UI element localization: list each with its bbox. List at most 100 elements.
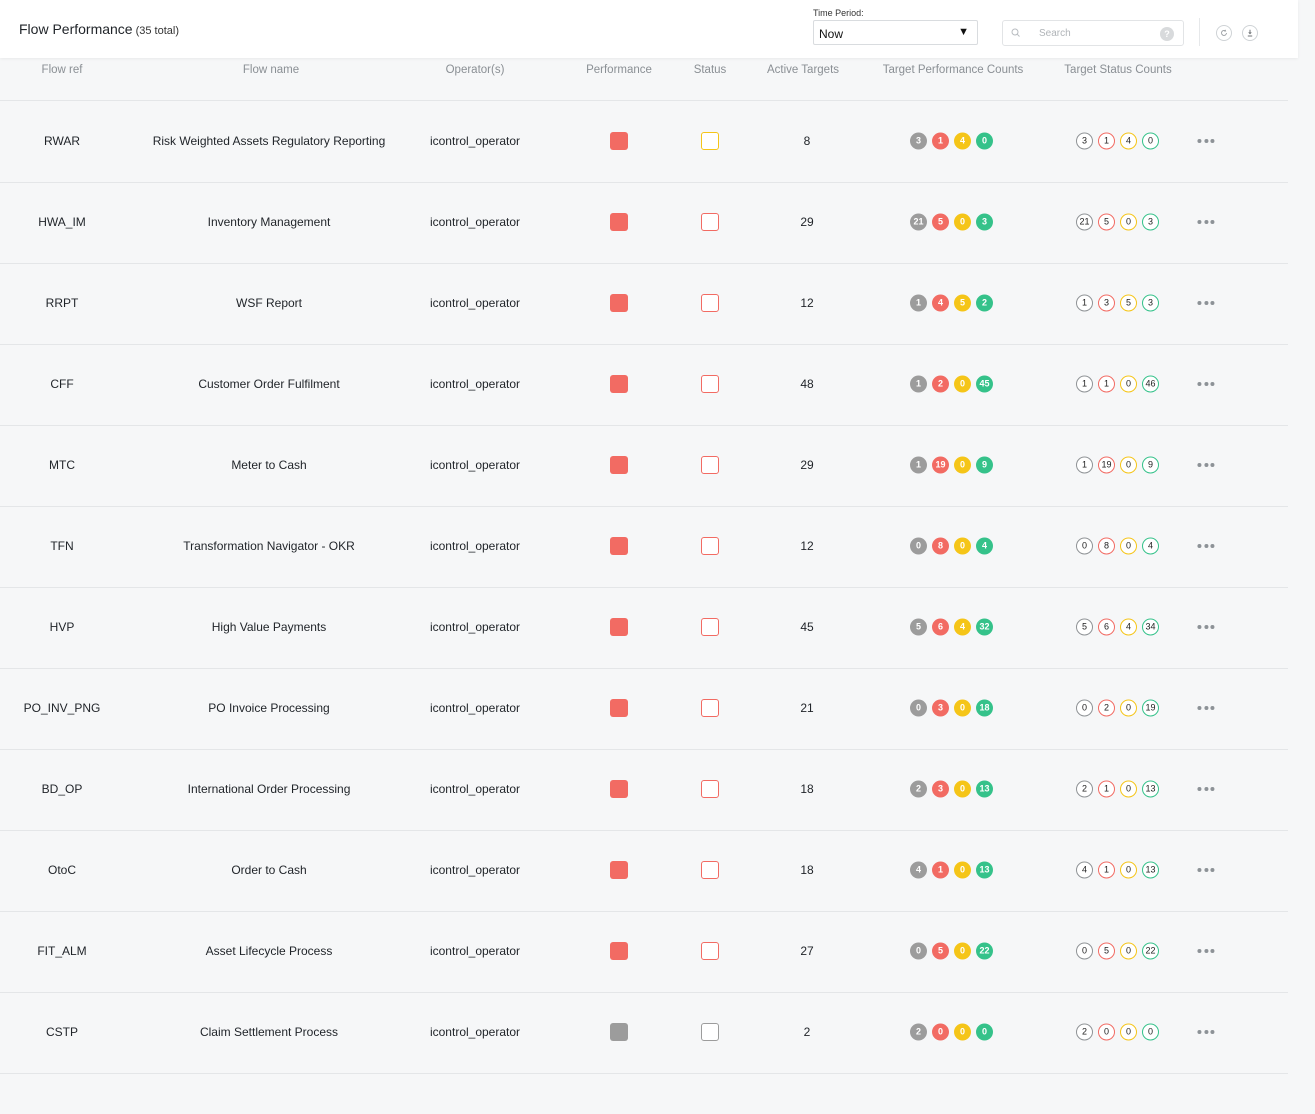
- operator: icontrol_operator: [429, 215, 521, 229]
- status-count-red: 1: [1098, 861, 1115, 879]
- performance-indicator: [610, 456, 628, 474]
- table-row[interactable]: OtoC Order to Cash icontrol_operator 18 4 1 0 1…: [0, 830, 1288, 912]
- flow-name[interactable]: PO Invoice Processing: [208, 701, 329, 715]
- more-horizontal-icon[interactable]: [1196, 544, 1215, 548]
- caret-down-icon: ▼: [958, 26, 969, 38]
- col-flow-name[interactable]: Flow name: [243, 64, 299, 76]
- search-input[interactable]: [1039, 26, 1149, 40]
- perf-count-red: 3: [932, 780, 949, 798]
- more-horizontal-icon[interactable]: [1196, 1030, 1215, 1034]
- target-status-counts: 4 1 0 13: [1076, 861, 1164, 879]
- flow-name[interactable]: Order to Cash: [231, 863, 306, 877]
- status-count-yellow: 4: [1120, 618, 1137, 636]
- status-count-yellow: 0: [1120, 1023, 1137, 1041]
- table-row[interactable]: BD_OP International Order Processing icont…: [0, 749, 1288, 831]
- status-count-green: 34: [1142, 618, 1159, 636]
- status-indicator: [701, 861, 719, 879]
- perf-count-red: 3: [932, 699, 949, 717]
- col-flow-ref[interactable]: Flow ref: [42, 64, 83, 76]
- target-performance-counts: 0 3 0 18: [910, 699, 998, 717]
- col-status[interactable]: Status: [694, 64, 727, 76]
- col-performance[interactable]: Performance: [586, 64, 652, 76]
- status-count-red: 5: [1098, 213, 1115, 231]
- more-horizontal-icon[interactable]: [1196, 139, 1215, 143]
- table-row[interactable]: CFF Customer Order Fulfilment icontrol_ope…: [0, 344, 1288, 426]
- flow-ref: CSTP: [45, 1025, 79, 1039]
- time-period-select[interactable]: Now ▼: [813, 20, 978, 45]
- status-count-green: 19: [1142, 699, 1159, 717]
- perf-count-red: 5: [932, 942, 949, 960]
- table-header: Flow ref Flow name Operator(s) Performan…: [0, 58, 1288, 101]
- target-status-counts: 2000: [1076, 1023, 1164, 1041]
- more-horizontal-icon[interactable]: [1196, 625, 1215, 629]
- perf-count-red: 2: [932, 375, 949, 393]
- flow-ref: HVP: [49, 620, 75, 634]
- status-count-grey: 2: [1076, 780, 1093, 798]
- col-active-targets[interactable]: Active Targets: [767, 64, 839, 76]
- flow-name[interactable]: Transformation Navigator - OKR: [183, 539, 355, 553]
- flow-name[interactable]: High Value Payments: [212, 620, 327, 634]
- table-row[interactable]: FIT_ALM Asset Lifecycle Process icontrol_o…: [0, 911, 1288, 993]
- status-indicator: [701, 1023, 719, 1041]
- operator: icontrol_operator: [429, 863, 521, 877]
- table-row[interactable]: RRPT WSF Report icontrol_operator 12 1 4 5 2 1 3 5…: [0, 263, 1288, 345]
- col-operators[interactable]: Operator(s): [446, 64, 505, 76]
- flow-name[interactable]: Meter to Cash: [231, 458, 306, 472]
- perf-count-green: 22: [976, 942, 993, 960]
- table-row[interactable]: HWA_IM Inventory Management icontrol_opera…: [0, 182, 1288, 264]
- more-horizontal-icon[interactable]: [1196, 301, 1215, 305]
- perf-count-red: 5: [932, 213, 949, 231]
- flow-ref: RWAR: [44, 134, 80, 148]
- status-count-red: 5: [1098, 942, 1115, 960]
- more-horizontal-icon[interactable]: [1196, 382, 1215, 386]
- search-icon: [1011, 28, 1020, 37]
- status-count-green: 0: [1142, 132, 1159, 150]
- flow-name[interactable]: Asset Lifecycle Process: [206, 944, 333, 958]
- refresh-button[interactable]: [1216, 25, 1232, 41]
- col-target-status-counts[interactable]: Target Status Counts: [1064, 64, 1171, 76]
- flow-name[interactable]: Inventory Management: [208, 215, 331, 229]
- operator: icontrol_operator: [429, 782, 521, 796]
- operator: icontrol_operator: [429, 296, 521, 310]
- perf-count-grey: 2: [910, 1023, 927, 1041]
- perf-count-yellow: 0: [954, 456, 971, 474]
- perf-count-green: 9: [976, 456, 993, 474]
- flow-name[interactable]: Claim Settlement Process: [200, 1025, 338, 1039]
- status-count-yellow: 0: [1120, 942, 1137, 960]
- flow-name[interactable]: Risk Weighted Assets Regulatory Reportin…: [153, 134, 386, 148]
- more-horizontal-icon[interactable]: [1196, 868, 1215, 872]
- operator: icontrol_operator: [429, 620, 521, 634]
- table-row[interactable]: MTC Meter to Cash icontrol_operator 29 1 19 0 9…: [0, 425, 1288, 507]
- active-targets: 18: [800, 782, 814, 796]
- table-row[interactable]: HVP High Value Payments icontrol_operator 4…: [0, 587, 1288, 669]
- flow-ref: TFN: [50, 539, 74, 553]
- flow-name[interactable]: Customer Order Fulfilment: [198, 377, 339, 391]
- download-button[interactable]: [1242, 25, 1258, 41]
- more-horizontal-icon[interactable]: [1196, 220, 1215, 224]
- status-count-grey: 0: [1076, 699, 1093, 717]
- col-target-performance-counts[interactable]: Target Performance Counts: [883, 64, 1024, 76]
- performance-indicator: [610, 1023, 628, 1041]
- table-row[interactable]: TFN Transformation Navigator - OKR icontro…: [0, 506, 1288, 588]
- target-status-counts: 1 1 0 46: [1076, 375, 1164, 393]
- more-horizontal-icon[interactable]: [1196, 463, 1215, 467]
- flow-ref: FIT_ALM: [37, 944, 87, 958]
- more-horizontal-icon[interactable]: [1196, 706, 1215, 710]
- perf-count-yellow: 0: [954, 780, 971, 798]
- help-icon[interactable]: ?: [1160, 27, 1174, 41]
- table-row[interactable]: PO_INV_PNG PO Invoice Processing icontrol_…: [0, 668, 1288, 750]
- status-indicator: [701, 699, 719, 717]
- more-horizontal-icon[interactable]: [1196, 949, 1215, 953]
- table-row[interactable]: RWAR Risk Weighted Assets Regulatory Repo…: [0, 101, 1288, 183]
- more-horizontal-icon[interactable]: [1196, 787, 1215, 791]
- flow-name[interactable]: WSF Report: [236, 296, 302, 310]
- status-indicator: [701, 456, 719, 474]
- flow-name[interactable]: International Order Processing: [188, 782, 351, 796]
- perf-count-red: 8: [932, 537, 949, 555]
- status-indicator: [701, 132, 719, 150]
- operator: icontrol_operator: [429, 944, 521, 958]
- operator: icontrol_operator: [429, 1025, 521, 1039]
- active-targets: 29: [800, 215, 814, 229]
- active-targets: 8: [803, 134, 811, 148]
- table-row[interactable]: CSTP Claim Settlement Process icontrol_ope…: [0, 992, 1288, 1074]
